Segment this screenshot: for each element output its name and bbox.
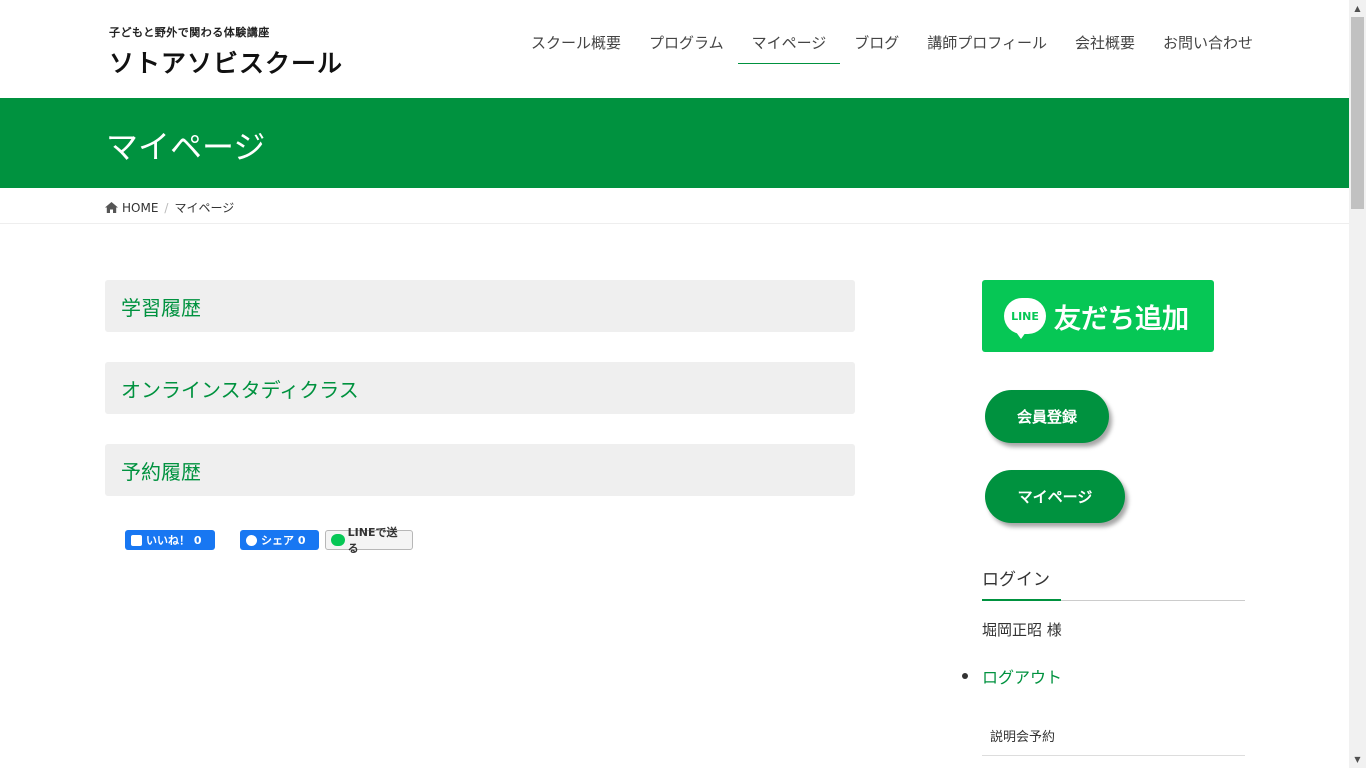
breadcrumb-current: マイページ <box>174 201 235 215</box>
facebook-icon <box>246 534 257 546</box>
title-underline <box>982 599 1061 601</box>
section-title: 予約履歴 <box>121 460 201 484</box>
line-add-label: 友だち追加 <box>1054 303 1189 335</box>
main-content: 学習履歴 オンラインスタディクラス 予約履歴 <box>105 280 855 526</box>
facebook-like-button[interactable]: いいね！ 0 <box>125 530 215 550</box>
share-label: シェア 0 <box>261 534 306 547</box>
nav-item-instructor-profile[interactable]: 講師プロフィール <box>913 20 1061 64</box>
section-title: オンラインスタディクラス <box>121 378 359 402</box>
user-name: 堀岡正昭 様 <box>982 621 1062 639</box>
site-header: 子どもと野外で関わる体験講座 ソトアソビスクール スクール概要 プログラム マイ… <box>0 0 1349 98</box>
scroll-down-arrow-icon[interactable]: ▼ <box>1349 751 1366 768</box>
facebook-share-button[interactable]: シェア 0 <box>240 530 319 550</box>
home-icon <box>105 202 118 213</box>
breadcrumb-home-link[interactable]: HOME <box>122 201 158 215</box>
logo-tagline: 子どもと野外で関わる体験講座 <box>109 26 270 39</box>
breadcrumb-separator: / <box>164 200 169 215</box>
logout-link[interactable]: ログアウト <box>982 664 1062 688</box>
line-icon <box>331 534 345 546</box>
section-learning-history[interactable]: 学習履歴 <box>105 280 855 332</box>
line-icon-text: LINE <box>1011 309 1039 323</box>
line-send-label: LINEで送る <box>347 526 398 555</box>
global-nav: スクール概要 プログラム マイページ ブログ 講師プロフィール 会社概要 お問い… <box>517 20 1267 64</box>
bullet <box>962 673 968 679</box>
vertical-scrollbar[interactable]: ▲ ▼ <box>1349 0 1366 768</box>
like-label: いいね！ 0 <box>146 534 202 547</box>
line-send-button[interactable]: LINEで送る <box>325 526 413 555</box>
breadcrumb: HOME / マイページ <box>0 188 1349 224</box>
page-title: マイページ <box>106 128 266 166</box>
login-widget-title: ログイン <box>982 563 1245 601</box>
nav-item-school-overview[interactable]: スクール概要 <box>517 20 635 64</box>
line-add-friend-button[interactable]: LINE 友だち追加 <box>982 280 1214 352</box>
briefing-label: 説明会予約 <box>990 730 1056 745</box>
logout-item: ログアウト <box>962 664 1062 688</box>
logo-title: ソトアソビスクール <box>109 49 344 78</box>
nav-item-mypage[interactable]: マイページ <box>737 20 841 64</box>
scroll-up-arrow-icon[interactable]: ▲ <box>1349 0 1366 17</box>
site-logo[interactable]: 子どもと野外で関わる体験講座 ソトアソビスクール <box>109 24 343 80</box>
line-icon: LINE <box>1004 298 1046 339</box>
nav-item-blog[interactable]: ブログ <box>840 20 913 64</box>
mypage-button[interactable]: マイページ <box>985 470 1125 523</box>
page-header-band: マイページ <box>0 98 1349 188</box>
share-buttons: いいね！ 0 シェア 0 LINEで送る <box>125 526 413 555</box>
member-register-label: 会員登録 <box>1016 408 1077 426</box>
briefing-reservation-link[interactable]: 説明会予約 <box>982 718 1245 756</box>
scroll-thumb[interactable] <box>1351 17 1364 209</box>
nav-item-program[interactable]: プログラム <box>635 20 738 64</box>
nav-item-company[interactable]: 会社概要 <box>1061 20 1149 64</box>
nav-item-contact[interactable]: お問い合わせ <box>1149 20 1267 64</box>
login-title: ログイン <box>982 570 1050 590</box>
section-online-study-class[interactable]: オンラインスタディクラス <box>105 362 855 414</box>
section-title: 学習履歴 <box>121 296 201 320</box>
mypage-label: マイページ <box>1017 488 1093 506</box>
member-register-button[interactable]: 会員登録 <box>985 390 1109 443</box>
thumbs-up-icon <box>131 534 142 546</box>
section-reservation-history[interactable]: 予約履歴 <box>105 444 855 496</box>
